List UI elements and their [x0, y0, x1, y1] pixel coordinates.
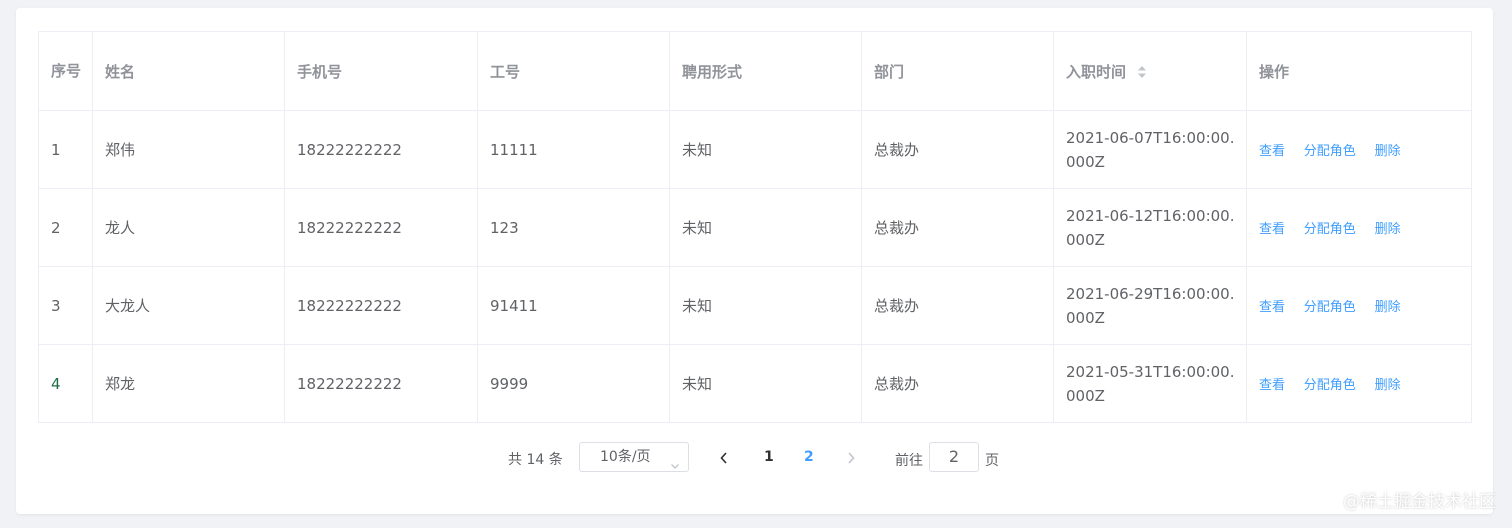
cell-seq: 1 — [38, 110, 93, 189]
header-seq: 序号 — [38, 31, 93, 111]
cell-dept: 总裁办 — [861, 266, 1054, 345]
assign-role-link[interactable]: 分配角色 — [1304, 300, 1356, 315]
cell-dept: 总裁办 — [861, 110, 1054, 189]
page-size-select[interactable]: 10条/页 — [579, 442, 689, 472]
view-link[interactable]: 查看 — [1259, 378, 1285, 393]
view-link[interactable]: 查看 — [1259, 222, 1285, 237]
employee-table-card: 序号 姓名 手机号 工号 聘用形式 部门 入职时间 操作 1 郑伟 182222… — [16, 8, 1493, 514]
delete-link[interactable]: 删除 — [1375, 300, 1401, 315]
cell-entry-time: 2021-06-29T16:00:00.000Z — [1053, 266, 1247, 345]
delete-link[interactable]: 删除 — [1375, 378, 1401, 393]
cell-name: 大龙人 — [92, 266, 285, 345]
cell-entry-time: 2021-06-12T16:00:00.000Z — [1053, 188, 1247, 267]
pagination: 共 14 条 10条/页 1 2 前往 2 页 — [16, 442, 1493, 474]
cell-work-id: 91411 — [477, 266, 670, 345]
cell-work-id: 123 — [477, 188, 670, 267]
table-row: 1 郑伟 18222222222 11111 未知 总裁办 2021-06-07… — [38, 110, 1472, 189]
header-entry-time[interactable]: 入职时间 — [1053, 31, 1247, 111]
cell-dept: 总裁办 — [861, 344, 1054, 423]
goto-page-input[interactable]: 2 — [929, 442, 979, 472]
table-row: 2 龙人 18222222222 123 未知 总裁办 2021-06-12T1… — [38, 188, 1472, 267]
view-link[interactable]: 查看 — [1259, 144, 1285, 159]
cell-hire-form: 未知 — [669, 188, 862, 267]
cell-hire-form: 未知 — [669, 110, 862, 189]
table-header: 序号 姓名 手机号 工号 聘用形式 部门 入职时间 操作 — [38, 31, 1472, 111]
cell-name: 龙人 — [92, 188, 285, 267]
delete-link[interactable]: 删除 — [1375, 144, 1401, 159]
watermark: @稀土掘金技术社区 — [1343, 492, 1496, 512]
cell-dept: 总裁办 — [861, 188, 1054, 267]
cell-phone: 18222222222 — [284, 344, 478, 423]
cell-seq: 3 — [38, 266, 93, 345]
header-phone: 手机号 — [284, 31, 478, 111]
table-body: 1 郑伟 18222222222 11111 未知 总裁办 2021-06-07… — [38, 110, 1472, 423]
cell-work-id: 11111 — [477, 110, 670, 189]
header-work-id: 工号 — [477, 31, 670, 111]
header-hire-form: 聘用形式 — [669, 31, 862, 111]
cell-seq: 4 — [38, 344, 93, 423]
goto-label: 前往 — [895, 453, 923, 469]
employee-table: 序号 姓名 手机号 工号 聘用形式 部门 入职时间 操作 1 郑伟 182222… — [38, 31, 1472, 423]
page-size-value: 10条/页 — [600, 449, 651, 465]
cell-entry-time: 2021-06-07T16:00:00.000Z — [1053, 110, 1247, 189]
cell-actions: 查看 分配角色 删除 — [1246, 266, 1472, 345]
pagination-total: 共 14 条 — [508, 452, 563, 468]
sort-caret-icon[interactable] — [1137, 65, 1147, 79]
header-dept: 部门 — [861, 31, 1054, 111]
cell-actions: 查看 分配角色 删除 — [1246, 188, 1472, 267]
cell-actions: 查看 分配角色 删除 — [1246, 344, 1472, 423]
cell-phone: 18222222222 — [284, 188, 478, 267]
view-link[interactable]: 查看 — [1259, 300, 1285, 315]
header-entry-time-label: 入职时间 — [1066, 62, 1127, 81]
assign-role-link[interactable]: 分配角色 — [1304, 222, 1356, 237]
table-row: 4 郑龙 18222222222 9999 未知 总裁办 2021-05-31T… — [38, 344, 1472, 423]
page-number-2[interactable]: 2 — [804, 449, 814, 465]
assign-role-link[interactable]: 分配角色 — [1304, 144, 1356, 159]
assign-role-link[interactable]: 分配角色 — [1304, 378, 1356, 393]
cell-phone: 18222222222 — [284, 110, 478, 189]
cell-hire-form: 未知 — [669, 344, 862, 423]
header-actions: 操作 — [1246, 31, 1472, 111]
delete-link[interactable]: 删除 — [1375, 222, 1401, 237]
cell-seq: 2 — [38, 188, 93, 267]
cell-work-id: 9999 — [477, 344, 670, 423]
table-row: 3 大龙人 18222222222 91411 未知 总裁办 2021-06-2… — [38, 266, 1472, 345]
cell-name: 郑伟 — [92, 110, 285, 189]
header-name: 姓名 — [92, 31, 285, 111]
next-page-icon[interactable] — [846, 451, 856, 469]
chevron-down-icon — [670, 453, 680, 481]
cell-hire-form: 未知 — [669, 266, 862, 345]
page-number-1[interactable]: 1 — [764, 449, 774, 465]
cell-name: 郑龙 — [92, 344, 285, 423]
cell-phone: 18222222222 — [284, 266, 478, 345]
cell-entry-time: 2021-05-31T16:00:00.000Z — [1053, 344, 1247, 423]
prev-page-icon[interactable] — [719, 451, 729, 469]
goto-unit-label: 页 — [985, 453, 999, 469]
cell-actions: 查看 分配角色 删除 — [1246, 110, 1472, 189]
